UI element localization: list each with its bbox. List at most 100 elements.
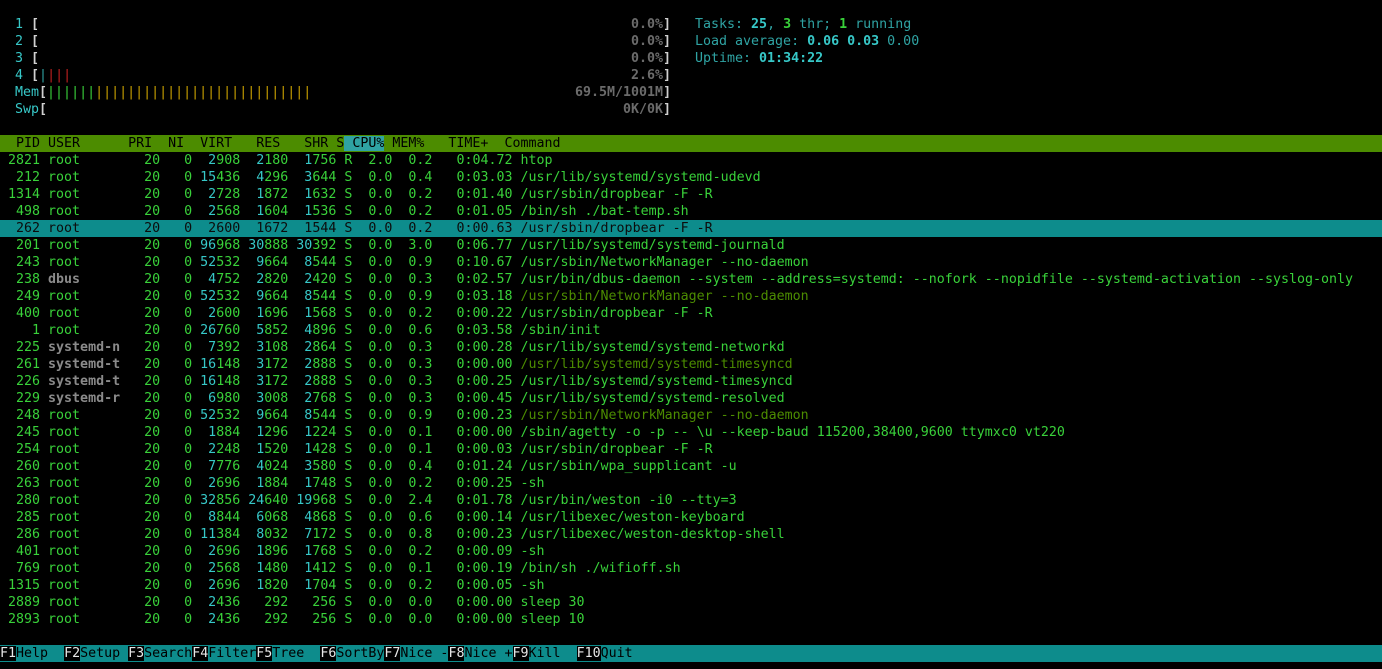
process-row[interactable]: 201 root 20 0 96968 30888 30392 S 0.0 3.… — [0, 237, 1382, 254]
fkey-f9[interactable]: F9Kill — [512, 646, 577, 661]
time-cell: 0:04.72 — [432, 153, 513, 168]
col-shr[interactable]: SHR — [280, 136, 328, 151]
process-row[interactable]: 286 root 20 0 11384 8032 7172 S 0.0 0.8 … — [0, 526, 1382, 543]
col-ni[interactable]: NI — [152, 136, 184, 151]
time-cell: 0:00.25 — [432, 476, 513, 491]
process-row[interactable]: 401 root 20 0 2696 1896 1768 S 0.0 0.2 0… — [0, 543, 1382, 560]
fkey-f4[interactable]: F4Filter — [192, 646, 256, 661]
process-row[interactable]: 2893 root 20 0 2436 292 256 S 0.0 0.0 0:… — [0, 611, 1382, 628]
process-row[interactable]: 1314 root 20 0 2728 1872 1632 S 0.0 0.2 … — [0, 186, 1382, 203]
virt-cell: 2728 — [192, 187, 241, 202]
process-row[interactable]: 238 dbus 20 0 4752 2820 2420 S 0.0 0.3 0… — [0, 271, 1382, 288]
process-row[interactable]: 498 root 20 0 2568 1604 1536 S 0.0 0.2 0… — [0, 203, 1382, 220]
col-time[interactable]: TIME+ — [424, 136, 496, 151]
pri-cell: 20 — [120, 544, 161, 559]
res-cell: 9664 — [240, 289, 289, 304]
fkey-f8[interactable]: F8Nice + — [448, 646, 513, 661]
process-row[interactable]: 2889 root 20 0 2436 292 256 S 0.0 0.0 0:… — [0, 594, 1382, 611]
fkey-f7[interactable]: F7Nice - — [384, 646, 448, 661]
col-cpu[interactable]: CPU% — [344, 136, 385, 151]
col-pid[interactable]: PID — [0, 136, 40, 151]
col-virt[interactable]: VIRT — [184, 136, 232, 151]
fkey-f5[interactable]: F5Tree — [256, 646, 320, 661]
col-command[interactable]: Command — [496, 136, 560, 151]
cpu-cell: 0.0 — [352, 204, 393, 219]
cpu-cell: 0.0 — [352, 187, 393, 202]
mem-cell: 0.1 — [392, 442, 433, 457]
process-row[interactable]: 248 root 20 0 52532 9664 8544 S 0.0 0.9 … — [0, 407, 1382, 424]
command-cell: /usr/bin/dbus-daemon --system --address=… — [512, 272, 1354, 287]
process-row[interactable]: 400 root 20 0 2600 1696 1568 S 0.0 0.2 0… — [0, 305, 1382, 322]
ni-cell: 0 — [160, 221, 193, 236]
command-cell: -sh — [512, 578, 545, 593]
fkey-f1[interactable]: F1Help — [0, 646, 64, 661]
ni-cell: 0 — [160, 527, 193, 542]
cpu-cell: 2.0 — [352, 153, 393, 168]
load-average-line: Load average: 0.06 0.03 0.00 — [695, 34, 920, 49]
process-row[interactable]: 2821 root 20 0 2908 2180 1756 R 2.0 0.2 … — [0, 152, 1382, 169]
user-cell: root — [40, 595, 121, 610]
command-cell: /sbin/agetty -o -p -- \u --keep-baud 115… — [512, 425, 1065, 440]
cpu-cell: 0.0 — [352, 323, 393, 338]
command-cell: -sh — [512, 476, 545, 491]
shr-cell: 1632 — [288, 187, 337, 202]
process-row[interactable]: 280 root 20 0 32856 24640 19968 S 0.0 2.… — [0, 492, 1382, 509]
cpu-cell: 0.0 — [352, 493, 393, 508]
fkey-f2[interactable]: F2Setup — [64, 646, 128, 661]
mem-value: 69.5M/1001M — [575, 85, 664, 100]
process-row[interactable]: 262 root 20 0 2600 1672 1544 S 0.0 0.2 0… — [0, 220, 1382, 237]
fkey-f3[interactable]: F3Search — [128, 646, 192, 661]
mem-meter: Mem[||||||||||||||||||||||||||||||||| — [15, 85, 312, 100]
mem-bar-cache: ||||||||||||||||||||||||||| — [95, 85, 312, 100]
state-cell: S — [336, 323, 353, 338]
col-mem[interactable]: MEM% — [384, 136, 424, 151]
shr-cell: 1224 — [288, 425, 337, 440]
process-row[interactable]: 260 root 20 0 7776 4024 3580 S 0.0 0.4 0… — [0, 458, 1382, 475]
process-row[interactable]: 225 systemd-n 20 0 7392 3108 2864 S 0.0 … — [0, 339, 1382, 356]
fkey-label: SortBy — [336, 646, 385, 661]
time-cell: 0:02.57 — [432, 272, 513, 287]
process-row[interactable]: 261 systemd-t 20 0 16148 3172 2888 S 0.0… — [0, 356, 1382, 373]
col-user[interactable]: USER — [40, 136, 120, 151]
cpu-cell: 0.0 — [352, 255, 393, 270]
process-row[interactable]: 254 root 20 0 2248 1520 1428 S 0.0 0.1 0… — [0, 441, 1382, 458]
user-cell: systemd-n — [40, 340, 121, 355]
user-cell: root — [40, 289, 121, 304]
fkey-key: F5 — [256, 646, 273, 661]
fkey-key: F3 — [128, 646, 145, 661]
pri-cell: 20 — [120, 289, 161, 304]
time-cell: 0:00.00 — [432, 425, 513, 440]
time-cell: 0:01.40 — [432, 187, 513, 202]
process-row[interactable]: 245 root 20 0 1884 1296 1224 S 0.0 0.1 0… — [0, 424, 1382, 441]
state-cell: S — [336, 578, 353, 593]
col-state[interactable]: S — [328, 136, 344, 151]
process-row[interactable]: 226 systemd-t 20 0 16148 3172 2888 S 0.0… — [0, 373, 1382, 390]
time-cell: 0:00.00 — [432, 612, 513, 627]
process-row[interactable]: 1315 root 20 0 2696 1820 1704 S 0.0 0.2 … — [0, 577, 1382, 594]
process-row[interactable]: 263 root 20 0 2696 1884 1748 S 0.0 0.2 0… — [0, 475, 1382, 492]
user-cell: systemd-t — [40, 374, 121, 389]
state-cell: S — [336, 425, 353, 440]
process-row[interactable]: 229 systemd-r 20 0 6980 3008 2768 S 0.0 … — [0, 390, 1382, 407]
pid-cell: 2889 — [0, 595, 41, 610]
process-row[interactable]: 285 root 20 0 8844 6068 4868 S 0.0 0.6 0… — [0, 509, 1382, 526]
mem-cell: 0.2 — [392, 306, 433, 321]
process-row[interactable]: 769 root 20 0 2568 1480 1412 S 0.0 0.1 0… — [0, 560, 1382, 577]
fkey-f10[interactable]: F10Quit — [576, 646, 633, 661]
mem-cell: 0.2 — [392, 204, 433, 219]
fkey-f6[interactable]: F6SortBy — [320, 646, 384, 661]
process-row[interactable]: 1 root 20 0 26760 5852 4896 S 0.0 0.6 0:… — [0, 322, 1382, 339]
pri-cell: 20 — [120, 340, 161, 355]
cpu-cell: 0.0 — [352, 442, 393, 457]
process-row[interactable]: 212 root 20 0 15436 4296 3644 S 0.0 0.4 … — [0, 169, 1382, 186]
pri-cell: 20 — [120, 578, 161, 593]
process-row[interactable]: 249 root 20 0 52532 9664 8544 S 0.0 0.9 … — [0, 288, 1382, 305]
col-pri[interactable]: PRI — [120, 136, 152, 151]
process-row[interactable]: 243 root 20 0 52532 9664 8544 S 0.0 0.9 … — [0, 254, 1382, 271]
mem-cell: 0.9 — [392, 408, 433, 423]
state-cell: S — [336, 612, 353, 627]
pri-cell: 20 — [120, 374, 161, 389]
state-cell: S — [336, 408, 353, 423]
ni-cell: 0 — [160, 459, 193, 474]
col-res[interactable]: RES — [232, 136, 280, 151]
